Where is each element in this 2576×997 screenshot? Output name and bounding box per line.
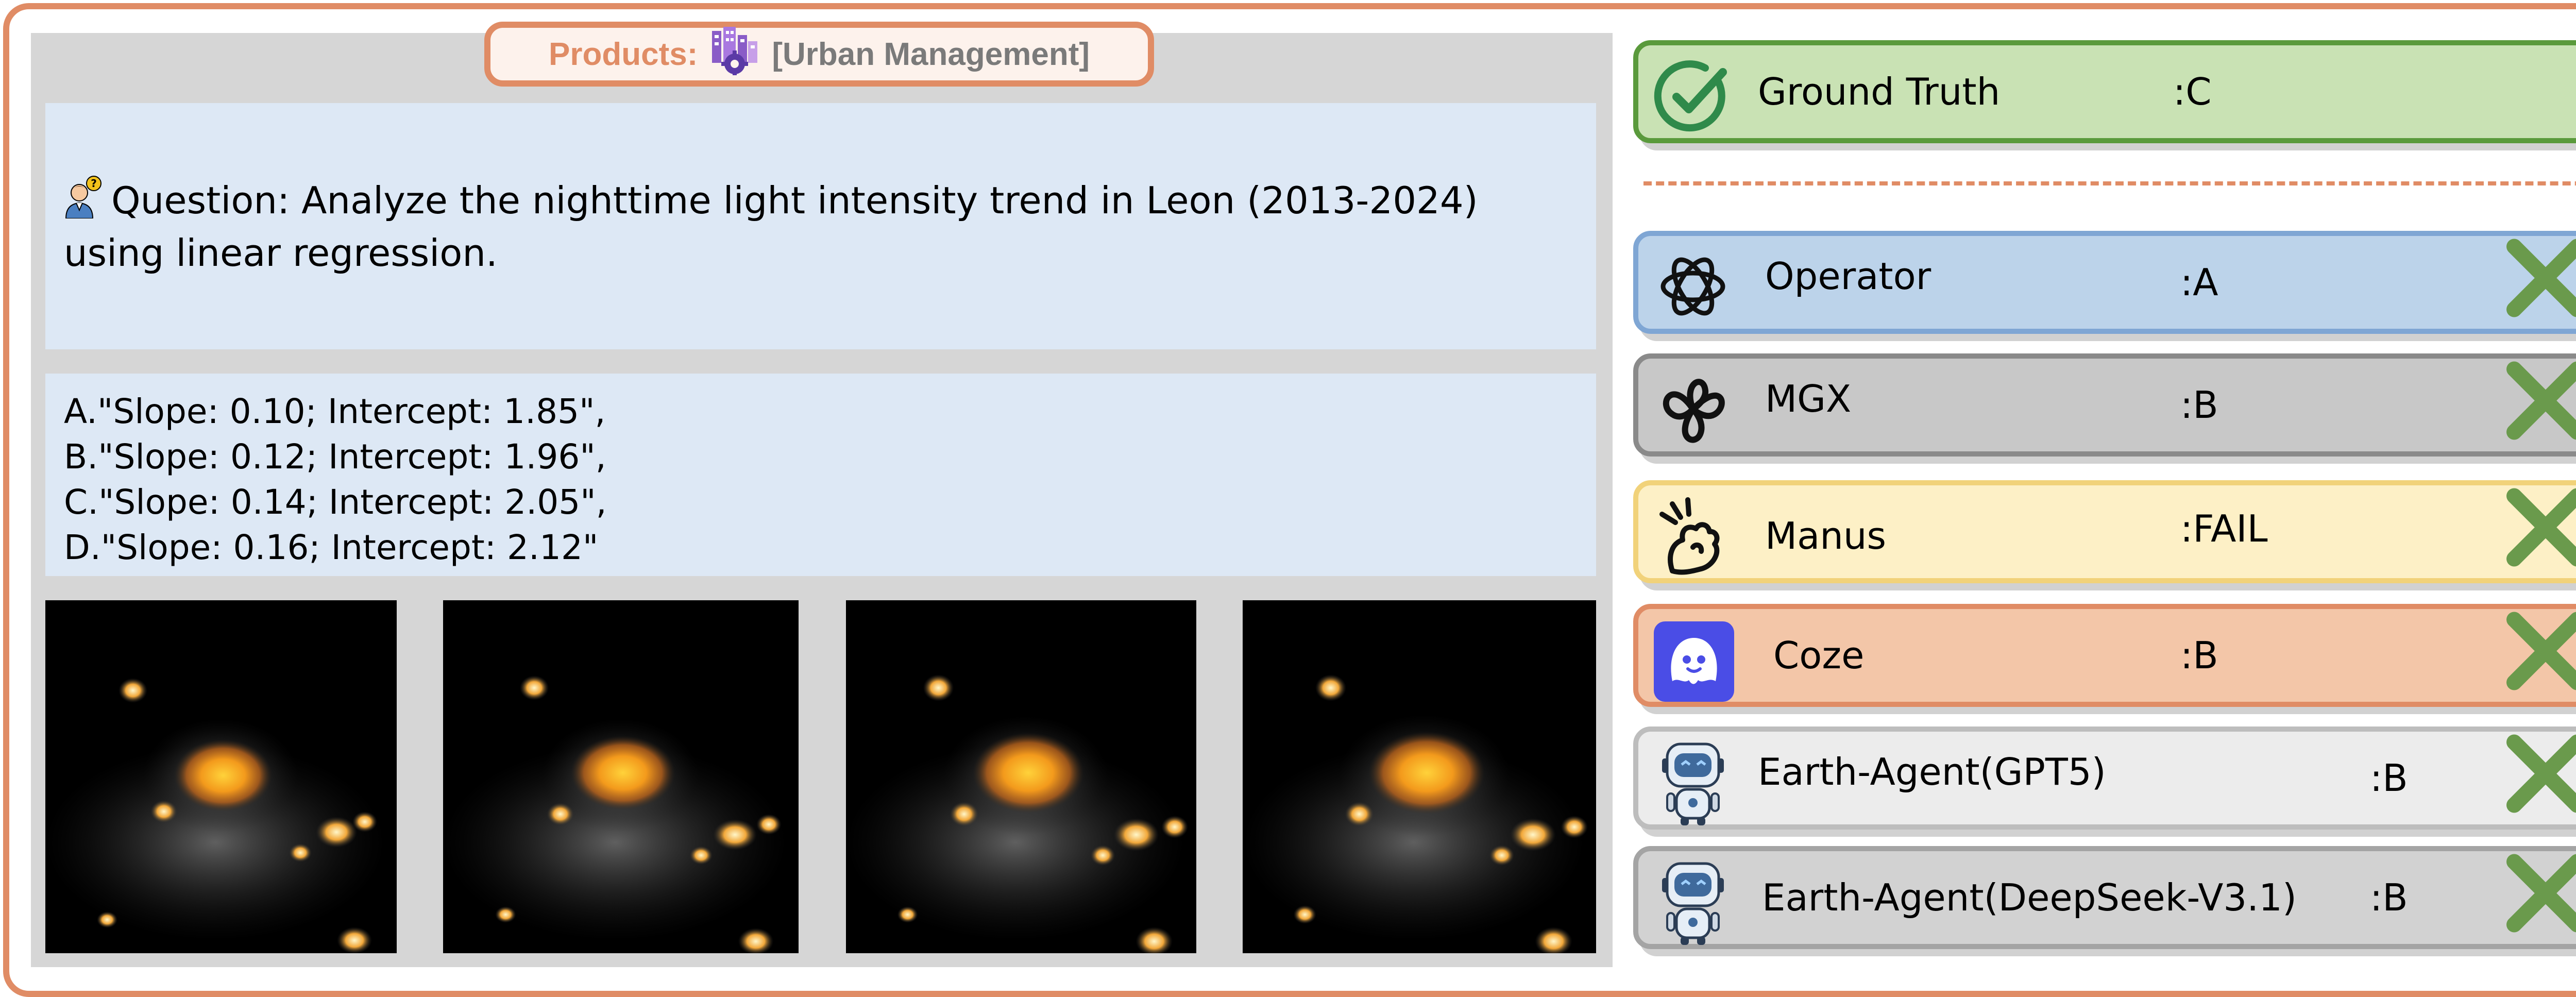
option-a: A."Slope: 0.10; Intercept: 1.85", bbox=[64, 392, 606, 431]
wrong-x-icon bbox=[2502, 730, 2576, 826]
svg-text:?: ? bbox=[91, 177, 97, 190]
agent-name-earth-agent-deepseek: Earth-Agent(DeepSeek-V3.1) bbox=[1762, 876, 2297, 919]
agent-name-coze: Coze bbox=[1773, 634, 1865, 677]
ground-truth-label: Ground Truth bbox=[1758, 70, 2001, 113]
agent-card-earth-agent-gpt5: Earth-Agent(GPT5) :B bbox=[1633, 726, 2576, 830]
agent-answer-earth-agent-gpt5: :B bbox=[2370, 756, 2408, 800]
night-light-image-1 bbox=[45, 600, 397, 953]
option-d: D."Slope: 0.16; Intercept: 2.12" bbox=[64, 528, 599, 567]
agent-answer-mgx: :B bbox=[2180, 383, 2218, 427]
robot-icon bbox=[1652, 857, 1734, 957]
agent-card-earth-agent-deepseek: Earth-Agent(DeepSeek-V3.1) :B bbox=[1633, 846, 2576, 949]
question-text: Question: Analyze the nighttime light in… bbox=[64, 179, 1478, 275]
products-label: Products: bbox=[549, 36, 698, 72]
agent-card-operator: Operator :A bbox=[1633, 231, 2576, 334]
robot-icon bbox=[1652, 738, 1734, 837]
agent-answer-earth-agent-deepseek: :B bbox=[2370, 876, 2408, 919]
coze-icon bbox=[1652, 619, 1736, 713]
wrong-x-icon bbox=[2502, 234, 2576, 331]
mgx-icon bbox=[1652, 368, 1734, 459]
products-value: [Urban Management] bbox=[772, 36, 1090, 72]
products-tab: Products: [Urban Management] bbox=[484, 22, 1154, 87]
divider bbox=[1643, 181, 2576, 185]
wrong-x-icon bbox=[2502, 484, 2576, 580]
agent-name-mgx: MGX bbox=[1765, 377, 1852, 420]
agent-card-coze: Coze :B bbox=[1633, 604, 2576, 707]
agent-answer-operator: :A bbox=[2180, 261, 2218, 304]
wrong-x-icon bbox=[2502, 357, 2576, 453]
option-c: C."Slope: 0.14; Intercept: 2.05", bbox=[64, 482, 607, 522]
night-light-image-3 bbox=[846, 600, 1196, 953]
agent-card-mgx: MGX :B bbox=[1633, 353, 2576, 457]
ground-truth-card: Ground Truth :C bbox=[1633, 40, 2576, 143]
city-gear-icon bbox=[710, 26, 759, 83]
option-b: B."Slope: 0.12; Intercept: 1.96", bbox=[64, 437, 606, 477]
agent-answer-coze: :B bbox=[2180, 634, 2218, 677]
openai-icon bbox=[1652, 245, 1734, 336]
ground-truth-answer: :C bbox=[2173, 70, 2212, 113]
agent-name-earth-agent-gpt5: Earth-Agent(GPT5) bbox=[1758, 750, 2106, 793]
options-box: A."Slope: 0.10; Intercept: 1.85", B."Slo… bbox=[45, 374, 1596, 576]
night-light-image-2 bbox=[443, 600, 799, 953]
person-question-icon: ? bbox=[64, 175, 107, 229]
wrong-x-icon bbox=[2502, 850, 2576, 946]
agent-card-manus: Manus :FAIL bbox=[1633, 480, 2576, 583]
night-light-image-4 bbox=[1243, 600, 1596, 953]
agent-answer-manus: :FAIL bbox=[2180, 507, 2268, 550]
wrong-x-icon bbox=[2502, 607, 2576, 704]
check-circle-icon bbox=[1652, 57, 1732, 146]
manus-icon bbox=[1652, 494, 1734, 589]
agent-name-operator: Operator bbox=[1765, 255, 1931, 298]
agent-name-manus: Manus bbox=[1765, 514, 1887, 557]
question-box: ? Question: Analyze the nighttime light … bbox=[45, 103, 1596, 349]
